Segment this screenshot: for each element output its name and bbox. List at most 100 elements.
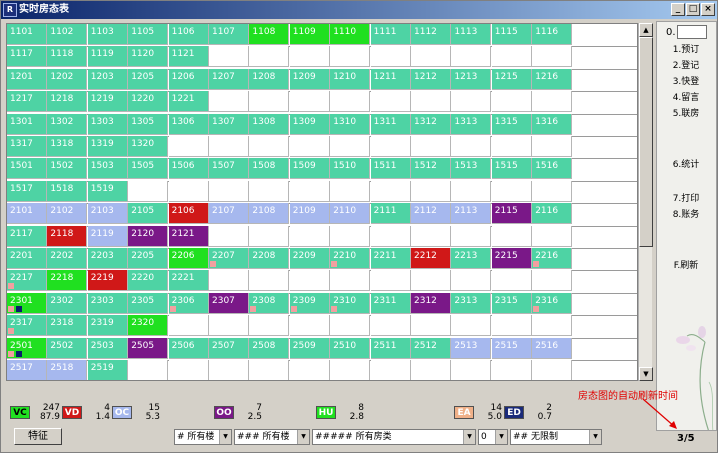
room-cell-1202[interactable]: 1202 [47,68,88,90]
room-cell-2110[interactable]: 2110 [330,203,371,225]
room-cell-2113[interactable]: 2113 [451,203,492,225]
room-cell-1502[interactable]: 1502 [47,158,88,180]
room-cell-2108[interactable]: 2108 [249,203,290,225]
room-cell-2517[interactable]: 2517 [7,360,47,380]
room-cell-1113[interactable]: 1113 [451,24,492,45]
room-cell-2205[interactable]: 2205 [128,248,169,269]
room-cell-1311[interactable]: 1311 [370,113,411,135]
room-cell-1302[interactable]: 1302 [47,113,88,135]
room-cell-2202[interactable]: 2202 [47,248,88,269]
room-cell-1301[interactable]: 1301 [7,113,47,135]
room-cell-1503[interactable]: 1503 [87,158,128,180]
scroll-thumb[interactable] [639,37,653,247]
room-cell-2515[interactable]: 2515 [491,337,532,359]
room-cell-2111[interactable]: 2111 [370,203,411,225]
minimize-button[interactable]: _ [671,3,685,16]
room-cell-1315[interactable]: 1315 [491,113,532,135]
side-menu-item[interactable]: 5.联房 [657,108,715,120]
room-cell-2519[interactable]: 2519 [87,360,128,380]
room-cell-2109[interactable]: 2109 [289,203,330,225]
room-cell-1107[interactable]: 1107 [209,24,249,45]
room-cell-2312[interactable]: 2312 [411,292,451,314]
room-cell-1216[interactable]: 1216 [532,68,573,90]
room-cell-2210[interactable]: 2210 [330,248,371,269]
room-cell-1201[interactable]: 1201 [7,68,47,90]
room-cell-1306[interactable]: 1306 [168,113,209,135]
room-cell-1115[interactable]: 1115 [491,24,532,45]
room-cell-1103[interactable]: 1103 [87,24,128,45]
room-cell-2516[interactable]: 2516 [532,337,573,359]
room-cell-2218[interactable]: 2218 [47,270,88,292]
room-cell-2105[interactable]: 2105 [128,203,169,225]
room-cell-1120[interactable]: 1120 [128,46,169,68]
room-cell-1111[interactable]: 1111 [370,24,411,45]
side-menu-item[interactable]: 2.登记 [657,60,715,72]
side-menu-item[interactable]: 7.打印 [657,193,715,205]
room-cell-1307[interactable]: 1307 [209,113,249,135]
room-cell-2513[interactable]: 2513 [451,337,492,359]
room-cell-2318[interactable]: 2318 [47,315,88,337]
room-cell-1505[interactable]: 1505 [128,158,169,180]
room-cell-2316[interactable]: 2316 [532,292,573,314]
room-cell-1119[interactable]: 1119 [87,46,128,68]
room-cell-2509[interactable]: 2509 [289,337,330,359]
room-cell-2501[interactable]: 2501 [7,337,47,359]
room-cell-2106[interactable]: 2106 [168,203,209,225]
room-cell-2120[interactable]: 2120 [128,225,169,247]
room-number-input[interactable] [677,25,707,39]
room-cell-1313[interactable]: 1313 [451,113,492,135]
room-cell-2102[interactable]: 2102 [47,203,88,225]
room-cell-2302[interactable]: 2302 [47,292,88,314]
room-cell-1203[interactable]: 1203 [87,68,128,90]
room-cell-2310[interactable]: 2310 [330,292,371,314]
room-cell-1305[interactable]: 1305 [128,113,169,135]
room-cell-2115[interactable]: 2115 [491,203,532,225]
room-cell-1510[interactable]: 1510 [330,158,371,180]
room-cell-2213[interactable]: 2213 [451,248,492,269]
room-cell-2112[interactable]: 2112 [411,203,451,225]
room-cell-1308[interactable]: 1308 [249,113,290,135]
room-cell-2301[interactable]: 2301 [7,292,47,314]
room-cell-1118[interactable]: 1118 [47,46,88,68]
scroll-up-icon[interactable]: ▲ [639,23,653,37]
room-cell-1217[interactable]: 1217 [7,91,47,113]
room-cell-1218[interactable]: 1218 [47,91,88,113]
room-cell-1513[interactable]: 1513 [451,158,492,180]
room-cell-1511[interactable]: 1511 [370,158,411,180]
room-cell-2507[interactable]: 2507 [209,337,249,359]
room-cell-1219[interactable]: 1219 [87,91,128,113]
room-cell-1501[interactable]: 1501 [7,158,47,180]
legend-badge-oc[interactable]: OC [112,406,132,419]
room-cell-1117[interactable]: 1117 [7,46,47,68]
room-cell-2317[interactable]: 2317 [7,315,47,337]
room-cell-1506[interactable]: 1506 [168,158,209,180]
scroll-down-icon[interactable]: ▼ [639,367,653,381]
room-cell-2506[interactable]: 2506 [168,337,209,359]
room-cell-1507[interactable]: 1507 [209,158,249,180]
room-cell-1101[interactable]: 1101 [7,24,47,45]
count-filter-select[interactable]: 0 ▼ [478,429,508,445]
maximize-button[interactable]: □ [686,3,700,16]
room-cell-2201[interactable]: 2201 [7,248,47,269]
building-filter-select[interactable]: # 所有楼 ▼ [174,429,232,445]
room-cell-2217[interactable]: 2217 [7,270,47,292]
room-cell-1112[interactable]: 1112 [411,24,451,45]
room-cell-1320[interactable]: 1320 [128,136,169,157]
room-cell-1518[interactable]: 1518 [47,180,88,202]
room-cell-1509[interactable]: 1509 [289,158,330,180]
legend-badge-ea[interactable]: EA [454,406,474,419]
room-cell-1215[interactable]: 1215 [491,68,532,90]
room-cell-1210[interactable]: 1210 [330,68,371,90]
room-cell-2512[interactable]: 2512 [411,337,451,359]
room-cell-2211[interactable]: 2211 [370,248,411,269]
room-cell-2117[interactable]: 2117 [7,225,47,247]
legend-badge-hu[interactable]: HU [316,406,336,419]
side-menu-item[interactable]: 6.统计 [657,159,715,171]
room-cell-1207[interactable]: 1207 [209,68,249,90]
room-cell-1512[interactable]: 1512 [411,158,451,180]
side-menu-item[interactable]: 4.留言 [657,92,715,104]
legend-badge-vd[interactable]: VD [62,406,82,419]
room-cell-1319[interactable]: 1319 [87,136,128,157]
room-cell-1519[interactable]: 1519 [87,180,128,202]
room-cell-1318[interactable]: 1318 [47,136,88,157]
